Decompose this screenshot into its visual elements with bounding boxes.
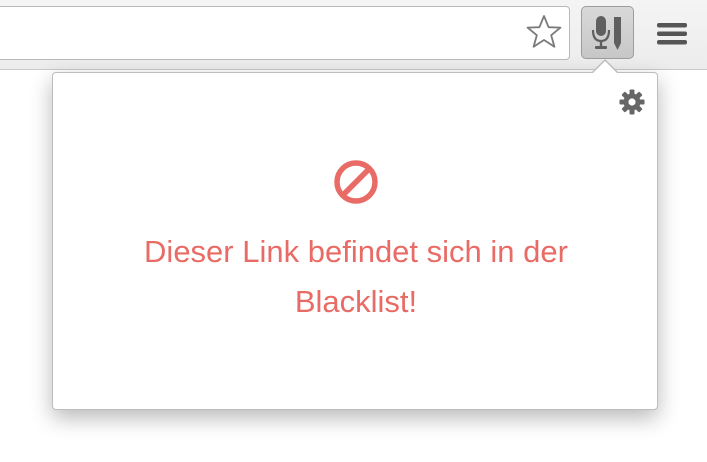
address-bar[interactable] bbox=[0, 6, 570, 60]
popup-arrow-fill bbox=[593, 61, 617, 73]
message-line-1: Dieser Link befindet sich in der bbox=[144, 234, 568, 269]
star-icon bbox=[526, 15, 562, 48]
extension-popup: Dieser Link befindet sich in der Blackli… bbox=[52, 72, 658, 410]
blacklist-message: Dieser Link befindet sich in der Blackli… bbox=[83, 227, 629, 327]
bookmark-star-button[interactable] bbox=[524, 12, 564, 52]
hamburger-menu-icon bbox=[657, 23, 687, 45]
extension-button[interactable] bbox=[581, 6, 634, 59]
message-line-2: Blacklist! bbox=[294, 284, 418, 319]
blocked-icon bbox=[334, 160, 378, 204]
browser-menu-button[interactable] bbox=[650, 14, 694, 54]
settings-button[interactable] bbox=[617, 87, 647, 117]
gear-icon bbox=[619, 89, 645, 115]
microphone-pencil-icon bbox=[591, 15, 621, 50]
